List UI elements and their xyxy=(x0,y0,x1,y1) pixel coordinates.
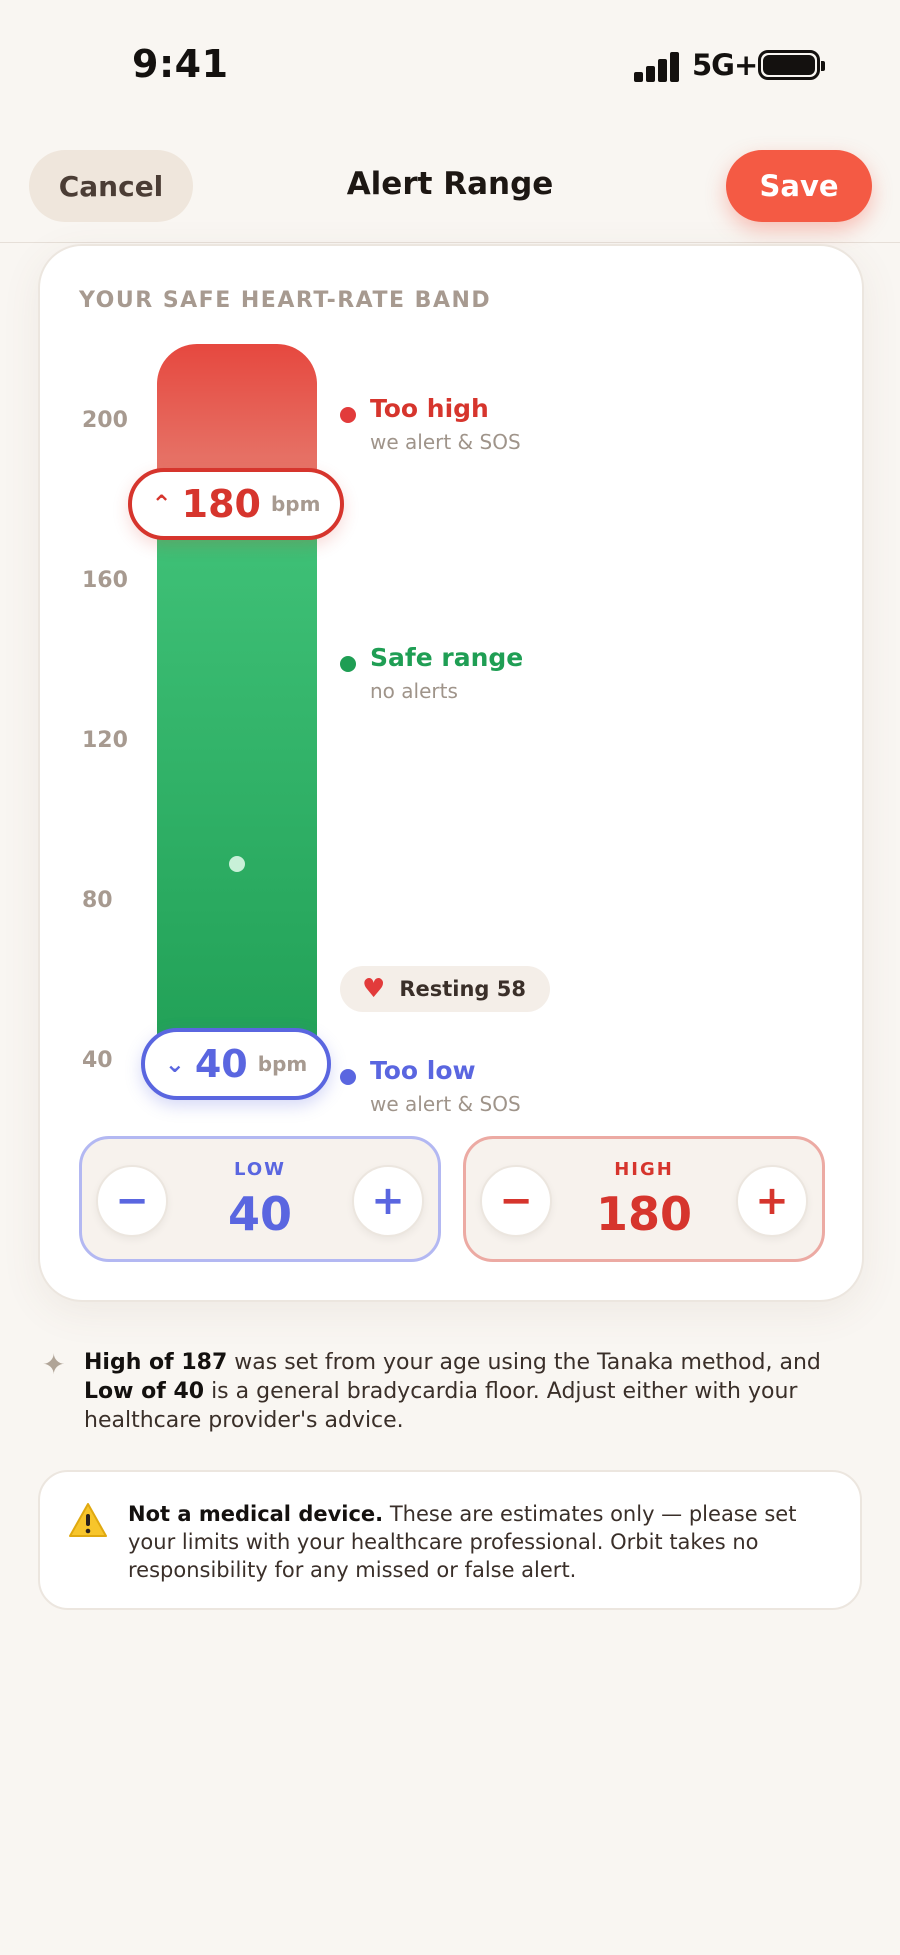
network-label: 5G+ xyxy=(692,48,758,82)
signal-icon xyxy=(634,50,680,82)
high-increase-button[interactable]: + xyxy=(736,1165,808,1237)
zone-dot xyxy=(340,1069,356,1085)
zone-subtitle: we alert & SOS xyxy=(370,1092,521,1116)
disclaimer-text: Not a medical device. These are estimate… xyxy=(128,1500,848,1584)
heart-icon: ♥ xyxy=(362,974,386,1004)
zone-title: Safe range xyxy=(370,643,524,672)
battery-icon xyxy=(758,50,825,80)
current-rate-marker xyxy=(229,856,245,872)
low-limit-value: 40 xyxy=(194,1042,248,1086)
zone-subtitle: no alerts xyxy=(370,679,458,703)
low-limit-unit: bpm xyxy=(257,1052,308,1076)
disclaimer-bold: Not a medical device. xyxy=(128,1502,384,1526)
status-time: 9:41 xyxy=(132,42,229,86)
zone-title: Too low xyxy=(370,1056,476,1085)
heart-rate-band-bar xyxy=(157,344,317,1096)
low-note-bold: Low of 40 xyxy=(84,1379,205,1404)
high-limit-value: 180 xyxy=(181,482,261,526)
zone-dot xyxy=(340,407,356,423)
sparkle-icon: ✦ xyxy=(42,1348,66,1381)
resting-rate-badge: ♥ Resting 58 xyxy=(340,966,550,1012)
card-title: YOUR SAFE HEART-RATE BAND xyxy=(79,288,492,313)
high-limit-unit: bpm xyxy=(270,492,321,516)
low-limit-stepper: − LOW 40 + xyxy=(79,1136,441,1262)
chevron-down-icon: ⌄ xyxy=(164,1050,185,1078)
zone-dot xyxy=(340,656,356,672)
save-button[interactable]: Save xyxy=(726,150,872,222)
info-note-text: High of 187 was set from your age using … xyxy=(84,1348,874,1435)
high-limit-handle[interactable]: ⌃ 180 bpm xyxy=(128,468,344,540)
chevron-up-icon: ⌃ xyxy=(151,490,172,518)
disclaimer-card: Not a medical device. These are estimate… xyxy=(38,1470,862,1610)
heart-rate-band-card: YOUR SAFE HEART-RATE BAND 200 160 120 80… xyxy=(38,244,864,1302)
nav-bar: Cancel Alert Range Save xyxy=(0,130,900,243)
low-limit-handle[interactable]: ⌄ 40 bpm xyxy=(141,1028,331,1100)
high-note-bold: High of 187 xyxy=(84,1350,228,1375)
zone-title: Too high xyxy=(370,394,489,423)
note-text: was set from your age using the Tanaka m… xyxy=(227,1350,821,1375)
low-increase-button[interactable]: + xyxy=(352,1165,424,1237)
status-bar: 9:41 5G+ xyxy=(0,0,900,130)
high-limit-stepper: − HIGH 180 + xyxy=(463,1136,825,1262)
resting-rate-label: Resting 58 xyxy=(399,977,526,1001)
zone-subtitle: we alert & SOS xyxy=(370,430,521,454)
warning-icon xyxy=(69,1503,107,1537)
